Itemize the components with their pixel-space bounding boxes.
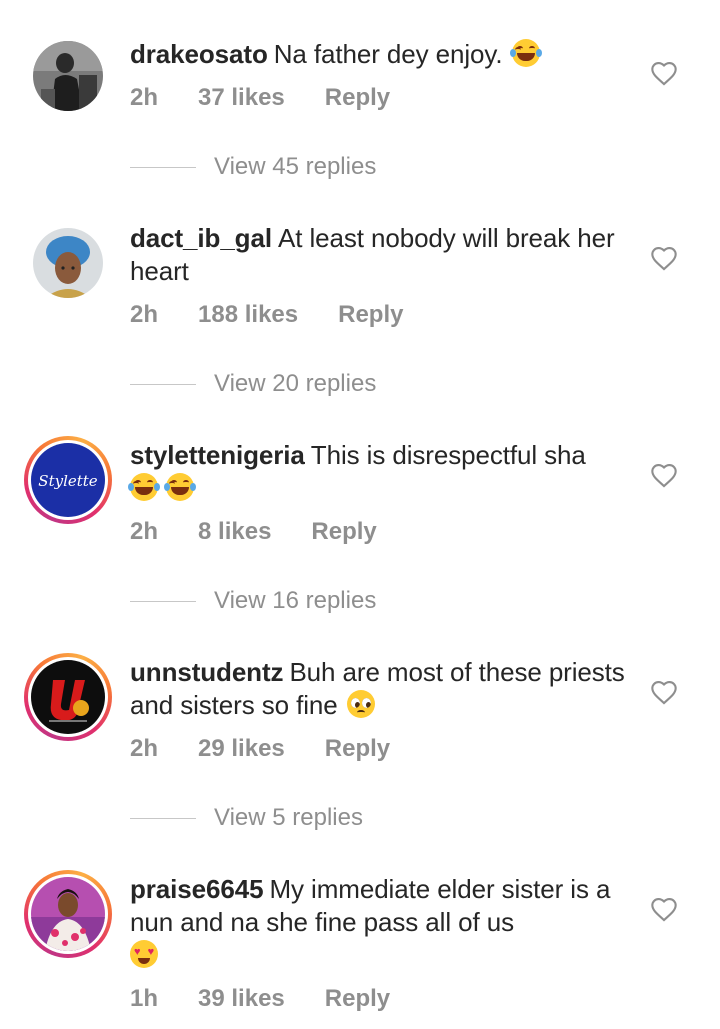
- like-heart-icon[interactable]: [650, 462, 678, 488]
- heart-eyes-emoji-icon: ♥ ♥: [130, 940, 158, 968]
- reply-button[interactable]: Reply: [325, 985, 390, 1013]
- comment-meta: 2h 37 likes Reply: [130, 84, 390, 112]
- avatar-story-ring[interactable]: Stylette: [24, 436, 112, 524]
- laughing-tears-emoji-icon: [509, 39, 542, 67]
- stylette-logo-text: Stylette: [38, 472, 98, 490]
- comment-body: drakeosato Na father dey enjoy.: [130, 38, 630, 71]
- like-heart-icon[interactable]: [650, 679, 678, 705]
- divider-line: [130, 166, 196, 168]
- comment-meta: 1h 39 likes Reply: [130, 985, 390, 1013]
- reply-button[interactable]: Reply: [325, 84, 390, 112]
- comment-username[interactable]: praise6645: [130, 874, 264, 904]
- divider-line: [130, 817, 196, 819]
- comment-likes[interactable]: 8 likes: [198, 518, 271, 546]
- pleading-face-emoji-icon: [346, 690, 375, 718]
- view-replies-label: View 16 replies: [214, 587, 377, 614]
- comment-likes[interactable]: 39 likes: [198, 985, 285, 1013]
- comment-meta: 2h 29 likes Reply: [130, 735, 390, 763]
- view-replies-label: View 20 replies: [214, 370, 377, 397]
- like-heart-icon[interactable]: [650, 60, 678, 86]
- view-replies-label: View 5 replies: [214, 804, 363, 831]
- comment-body: praise6645 My immediate elder sister is a…: [130, 873, 630, 972]
- comment-text: Na father dey enjoy.: [273, 39, 503, 69]
- view-replies-button[interactable]: View 5 replies: [130, 804, 363, 832]
- laughing-tears-emoji-icon: [128, 473, 160, 501]
- reply-button[interactable]: Reply: [338, 301, 403, 329]
- reply-button[interactable]: Reply: [311, 518, 376, 546]
- view-replies-button[interactable]: View 45 replies: [130, 153, 376, 181]
- comment-time: 2h: [130, 735, 159, 762]
- avatar[interactable]: [33, 41, 103, 111]
- avatar-story-ring[interactable]: [24, 870, 112, 958]
- view-replies-label: View 45 replies: [214, 153, 377, 180]
- comment-time: 2h: [130, 518, 159, 545]
- comment-body: stylettenigeria This is disrespectful sha: [128, 439, 630, 505]
- comment-body: unnstudentz Buh are most of these priests…: [130, 656, 630, 722]
- comment-likes[interactable]: 37 likes: [198, 84, 285, 112]
- laughing-tears-emoji-icon: [164, 473, 196, 501]
- divider-line: [130, 600, 196, 602]
- avatar-story-ring[interactable]: [24, 653, 112, 741]
- comment-likes[interactable]: 188 likes: [198, 301, 298, 329]
- comment-time: 1h: [130, 985, 159, 1012]
- comment-username[interactable]: drakeosato: [130, 39, 268, 69]
- view-replies-button[interactable]: View 16 replies: [130, 587, 376, 615]
- comment-time: 2h: [130, 301, 159, 328]
- comment-meta: 2h 188 likes Reply: [130, 301, 403, 329]
- comment-username[interactable]: dact_ib_gal: [130, 223, 272, 253]
- comment-username[interactable]: unnstudentz: [130, 657, 284, 687]
- divider-line: [130, 383, 196, 385]
- like-heart-icon[interactable]: [650, 245, 678, 271]
- view-replies-button[interactable]: View 20 replies: [130, 370, 376, 398]
- comment-likes[interactable]: 29 likes: [198, 735, 285, 763]
- like-heart-icon[interactable]: [650, 896, 678, 922]
- reply-button[interactable]: Reply: [325, 735, 390, 763]
- comment-body: dact_ib_gal At least nobody will break he…: [130, 222, 630, 288]
- comment-time: 2h: [130, 84, 159, 111]
- comment-text: This is disrespectful sha: [310, 440, 586, 470]
- comment-username[interactable]: stylettenigeria: [130, 440, 305, 470]
- comment-meta: 2h 8 likes Reply: [130, 518, 377, 546]
- avatar[interactable]: [33, 228, 103, 298]
